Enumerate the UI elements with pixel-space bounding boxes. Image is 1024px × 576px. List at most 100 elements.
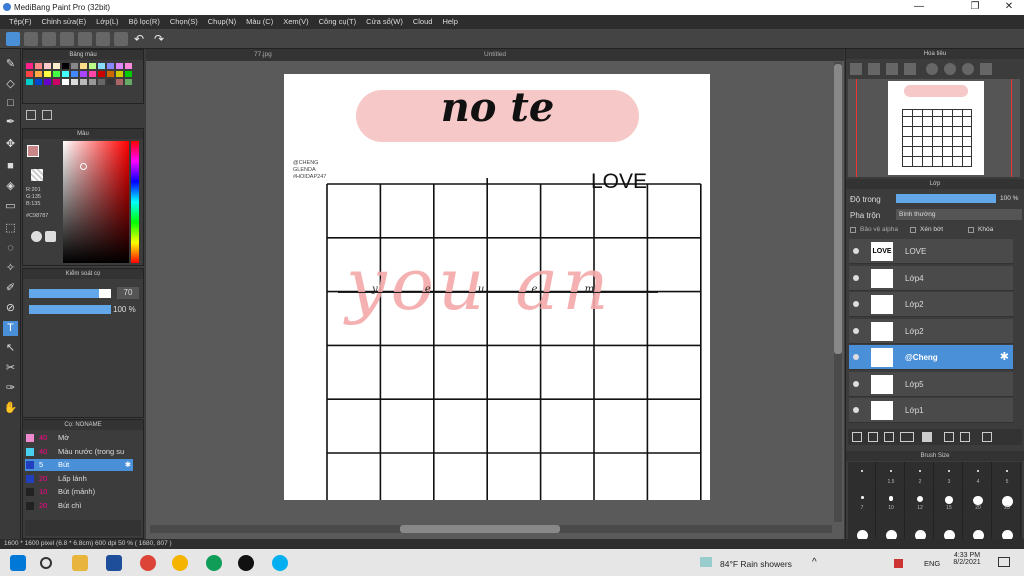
text-tool-icon[interactable]: T — [3, 321, 18, 336]
brush-item[interactable]: 10 Bút (mảnh) — [25, 486, 133, 498]
redo-icon[interactable]: ↷ — [154, 32, 168, 46]
palette-swatch[interactable] — [98, 63, 105, 69]
brush-size-cell[interactable] — [935, 514, 963, 541]
new-halftone-layer-icon[interactable] — [868, 432, 878, 442]
brush-size-cell[interactable]: 2 — [906, 462, 934, 487]
lasso-tool-icon[interactable]: ◌ — [3, 241, 18, 256]
menu-snap[interactable]: Chụp(N) — [203, 15, 241, 29]
palette-swatch[interactable] — [125, 71, 132, 77]
rect-tool-icon[interactable]: □ — [3, 96, 18, 111]
brush-size-cell[interactable]: 10 — [877, 488, 905, 513]
select-tool-icon[interactable]: ⬚ — [3, 221, 18, 236]
layer-settings-icon[interactable]: ✱ — [1000, 350, 1009, 363]
clipping-checkbox[interactable] — [910, 227, 916, 233]
palette-swatch[interactable] — [98, 71, 105, 77]
skype-icon[interactable] — [272, 555, 288, 571]
eye-icon[interactable] — [853, 354, 859, 360]
palette-swatch[interactable] — [107, 63, 114, 69]
layer-item[interactable]: Lớp4 — [849, 265, 1013, 291]
brush-item[interactable]: 5 Bút ✱ — [25, 459, 133, 471]
weather-text[interactable]: 84°F Rain showers — [720, 559, 792, 569]
palette-swatch[interactable] — [125, 63, 132, 69]
layout-icon[interactable] — [78, 32, 92, 46]
eye-icon[interactable] — [853, 380, 859, 387]
brush-size-cell[interactable] — [993, 514, 1021, 541]
palette-swatch[interactable] — [107, 79, 114, 85]
magic-wand-icon[interactable]: ✧ — [3, 261, 18, 276]
tab-file2[interactable]: Untitled — [484, 51, 506, 58]
eye-icon[interactable] — [853, 407, 859, 413]
brush-item[interactable]: 40 Màu nước (trong su — [25, 446, 133, 458]
palette-swatch[interactable] — [89, 71, 96, 77]
brush-size-cell[interactable]: 12 — [906, 488, 934, 513]
windows-start-icon[interactable] — [10, 555, 26, 571]
palette-swatch[interactable] — [35, 71, 42, 77]
dell-icon[interactable] — [106, 555, 122, 571]
palette-swatch[interactable] — [53, 71, 60, 77]
palette-swatch[interactable] — [62, 63, 69, 69]
bucket-tool-icon[interactable]: ◈ — [3, 179, 18, 194]
palette-swatch[interactable] — [71, 71, 78, 77]
brush-size-cell[interactable]: 7 — [848, 488, 876, 513]
notifications-icon[interactable] — [998, 557, 1010, 567]
palette-swatch[interactable] — [98, 79, 105, 85]
duplicate-layer-icon[interactable] — [944, 432, 954, 442]
rotate-right-icon[interactable] — [962, 63, 974, 75]
menu-cloud[interactable]: Cloud — [408, 15, 438, 29]
brush-size-cell[interactable]: 5 — [993, 462, 1021, 487]
layer-item[interactable]: Lớp2 — [849, 292, 1013, 317]
picker-cursor[interactable] — [80, 163, 87, 170]
layer-item[interactable]: LOVE LOVE — [849, 239, 1013, 264]
vertical-scrollbar[interactable] — [834, 62, 842, 522]
palette-swatch[interactable] — [89, 79, 96, 85]
menu-window[interactable]: Cửa sổ(W) — [361, 15, 408, 29]
antivirus-icon[interactable] — [894, 559, 903, 568]
canvas-paper[interactable]: no te @CHENG GLENDA #HOIDAP247 LOVE you an… — [284, 74, 710, 500]
grid-icon[interactable] — [114, 32, 128, 46]
background-color-swatch[interactable] — [31, 169, 43, 181]
pen-tool-icon[interactable]: ✒ — [3, 115, 18, 130]
actual-size-icon[interactable] — [904, 63, 916, 75]
palette-swatch[interactable] — [80, 63, 87, 69]
file-explorer-icon[interactable] — [72, 555, 88, 571]
zoom-out-icon[interactable] — [868, 63, 880, 75]
rotate-left-icon[interactable] — [926, 63, 938, 75]
layer-item[interactable]: Lớp1 — [849, 398, 1013, 423]
comment-icon[interactable] — [42, 32, 56, 46]
chrome-icon[interactable] — [140, 555, 156, 571]
palette-swatch[interactable] — [62, 79, 69, 85]
add-color-icon[interactable] — [26, 110, 36, 120]
brush-tool-icon[interactable]: ✎ — [3, 57, 18, 72]
panel-icon[interactable] — [96, 32, 110, 46]
palette-swatch[interactable] — [89, 63, 96, 69]
brush-size-cell[interactable]: 25 — [993, 488, 1021, 513]
palette-swatch[interactable] — [116, 71, 123, 77]
protect-alpha-checkbox[interactable] — [850, 227, 856, 233]
palette-swatch[interactable] — [107, 71, 114, 77]
brush-size-cell[interactable] — [848, 462, 876, 487]
chrome-profile-icon[interactable] — [172, 555, 188, 571]
menu-color[interactable]: Màu (C) — [241, 15, 278, 29]
brush-item[interactable]: 40 Mờ — [25, 432, 133, 444]
reset-rotate-icon[interactable] — [944, 63, 956, 75]
brush-item[interactable]: 20 Lấp lánh — [25, 473, 133, 485]
move-tool-icon[interactable]: ✥ — [3, 137, 18, 152]
menu-file[interactable]: Tệp(F) — [4, 15, 37, 29]
palette-swatch[interactable] — [71, 79, 78, 85]
brush-size-cell[interactable]: 1.5 — [877, 462, 905, 487]
brush-size-cell[interactable]: 20 — [964, 488, 992, 513]
eye-icon[interactable] — [853, 248, 859, 254]
lock-checkbox[interactable] — [968, 227, 974, 233]
saturation-value-picker[interactable] — [63, 141, 129, 263]
tab-file1[interactable]: 77.jpg — [254, 51, 272, 58]
add-layer-menu-icon[interactable] — [900, 432, 914, 442]
foreground-color-swatch[interactable] — [27, 145, 39, 157]
palette-swatch[interactable] — [26, 79, 33, 85]
divide-tool-icon[interactable]: ✂ — [3, 361, 18, 376]
menu-view[interactable]: Xem(V) — [278, 15, 313, 29]
palette-swatch[interactable] — [44, 63, 51, 69]
palette-swatch[interactable] — [125, 79, 132, 85]
palette-swatch[interactable] — [53, 79, 60, 85]
palette-swatch[interactable] — [80, 71, 87, 77]
close-button[interactable]: ✕ — [994, 1, 1024, 12]
